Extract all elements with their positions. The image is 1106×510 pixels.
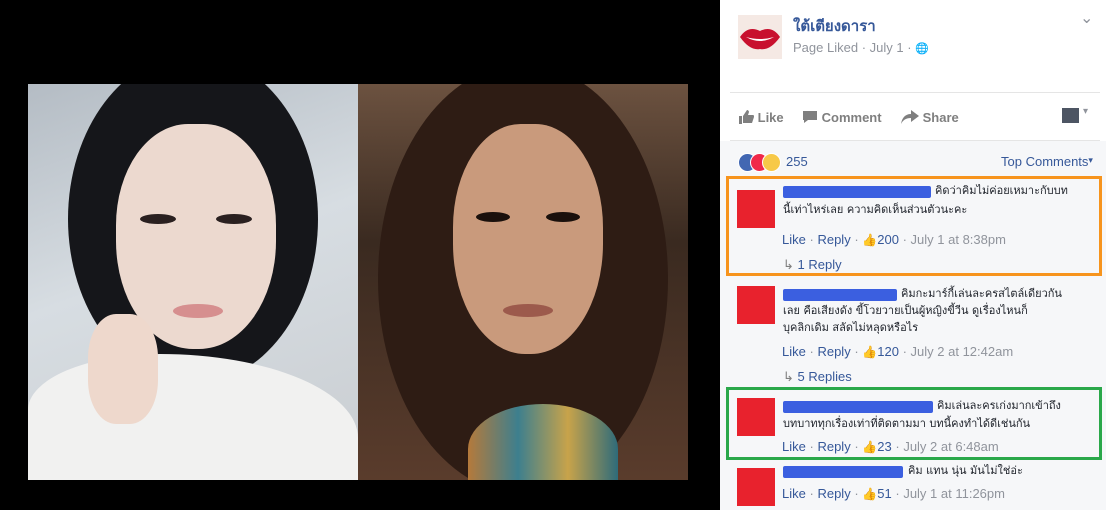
comment-text: คิมกะมาร์กี้เล่นละครสไตล์เดียวกัน: [901, 287, 1062, 300]
wow-reaction-icon: [762, 153, 781, 172]
post-date[interactable]: July 1: [870, 40, 904, 55]
separator: ·: [861, 40, 867, 55]
thumbs-up-icon: 👍: [862, 487, 878, 501]
post-subtitle: Page Liked · July 1 · 🌐: [793, 40, 929, 55]
commenter-avatar[interactable]: [737, 286, 775, 324]
highlight-box-green: [726, 387, 1102, 460]
comment-reply-link[interactable]: Reply: [817, 486, 850, 501]
portrait-photo-right[interactable]: [358, 84, 688, 480]
comment-text: เลย คือเสียงดัง ขี้โวยวายเป็นผู้หญิงขี้ว…: [783, 304, 1028, 317]
comment-meta: Like · Reply · 👍120 · July 2 at 12:42am: [782, 344, 1013, 359]
like-count-value: 51: [877, 486, 892, 501]
top-comments-label: Top Comments: [1001, 154, 1089, 169]
photo-area: [0, 0, 720, 510]
globe-icon: 🌐: [915, 43, 929, 55]
separator: ·: [809, 486, 814, 501]
comment-like-link[interactable]: Like: [782, 344, 806, 359]
viewer-avatar[interactable]: [1062, 108, 1079, 123]
lips-icon: [738, 15, 782, 59]
comment-reply-link[interactable]: Reply: [817, 344, 850, 359]
eye-right: [546, 212, 580, 222]
hand-shape: [88, 314, 158, 424]
separator: ·: [809, 344, 814, 359]
view-replies-link[interactable]: ↳ 5 Replies: [783, 369, 852, 385]
redacted-name: [783, 289, 897, 301]
like-count-value: 120: [877, 344, 899, 359]
highlight-box-orange: [726, 176, 1102, 276]
comment-action-button[interactable]: Comment: [802, 110, 882, 125]
lips-shape: [503, 304, 553, 317]
separator: ·: [854, 344, 859, 359]
comment-like-count[interactable]: 👍120: [862, 344, 899, 359]
audience-chevron-icon[interactable]: ▾: [1083, 106, 1088, 117]
reaction-count[interactable]: 255: [786, 154, 808, 169]
separator: ·: [854, 486, 859, 501]
reply-arrow-icon: ↳: [783, 369, 794, 384]
comment-meta: Like · Reply · 👍51 · July 1 at 11:26pm: [782, 486, 1005, 501]
thumbs-up-icon: [739, 110, 754, 124]
comment-icon: [803, 111, 817, 123]
chevron-down-icon: ▾: [1088, 155, 1093, 165]
comment-timestamp[interactable]: July 2 at 12:42am: [911, 344, 1014, 359]
divider: [730, 92, 1100, 93]
eye-left: [140, 214, 176, 224]
top-comments-dropdown[interactable]: Top Comments▾: [1001, 154, 1093, 169]
share-action-label: Share: [922, 110, 959, 125]
share-icon: [901, 110, 919, 124]
comment-text: บุคลิกเดิม สลัดไม่หลุดหรือไร: [783, 321, 919, 334]
white-fabric: [28, 354, 358, 480]
thumbs-up-icon: 👍: [862, 345, 878, 359]
page-avatar[interactable]: [738, 15, 782, 59]
post-panel: ใต้เตียงดารา Page Liked · July 1 · 🌐 ⌄ L…: [720, 0, 1106, 510]
replies-count: 5 Replies: [797, 369, 852, 384]
portrait-photo-left[interactable]: [28, 84, 358, 480]
eye-right: [216, 214, 252, 224]
share-action-button[interactable]: Share: [901, 110, 959, 125]
post-menu-chevron-icon[interactable]: ⌄: [1080, 8, 1093, 27]
page-liked-label: Page Liked: [793, 40, 859, 55]
separator: ·: [895, 486, 900, 501]
eye-left: [476, 212, 510, 222]
comment-action-label: Comment: [821, 110, 882, 125]
separator: ·: [902, 344, 907, 359]
face-shape: [453, 124, 603, 354]
like-action-label: Like: [757, 110, 784, 125]
comment-like-count[interactable]: 👍51: [862, 486, 891, 501]
comment-text: คิม แทน นุ่น มันไม่ใช่อ่ะ: [908, 464, 1023, 477]
lips-shape: [173, 304, 223, 318]
separator: ·: [907, 40, 912, 55]
page-name[interactable]: ใต้เตียงดารา: [793, 14, 876, 38]
comment-timestamp[interactable]: July 1 at 11:26pm: [903, 486, 1005, 501]
redacted-name: [783, 466, 903, 478]
comment-like-link[interactable]: Like: [782, 486, 806, 501]
like-action-button[interactable]: Like: [738, 110, 784, 125]
commenter-avatar[interactable]: [737, 468, 775, 506]
